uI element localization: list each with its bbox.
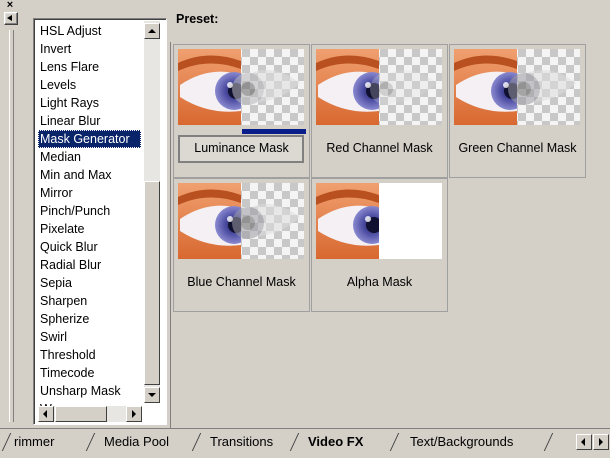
preset-luminance-mask[interactable]: Luminance Mask	[173, 44, 310, 178]
preset-green-channel-mask[interactable]: Green Channel Mask	[449, 44, 586, 178]
list-item[interactable]: Min and Max	[38, 166, 141, 184]
preset-label: Preset:	[176, 12, 219, 26]
preset-thumbnail	[316, 183, 442, 259]
tab-divider	[85, 433, 96, 451]
tab-divider	[191, 433, 202, 451]
preset-label-text: Luminance Mask	[194, 141, 289, 155]
tab-scroll-right-button[interactable]	[593, 434, 609, 450]
preset-thumbnail	[316, 49, 442, 125]
effects-list[interactable]: HSL Adjust Invert Lens Flare Levels Ligh…	[33, 18, 167, 425]
list-item[interactable]: Unsharp Mask	[38, 382, 141, 400]
list-item[interactable]: Linear Blur	[38, 112, 141, 130]
tab-divider	[289, 433, 300, 451]
tab-media-pool[interactable]: Media Pool	[104, 432, 169, 452]
effects-list-items: HSL Adjust Invert Lens Flare Levels Ligh…	[38, 22, 141, 418]
scroll-thumb[interactable]	[55, 406, 107, 422]
list-item[interactable]: Spherize	[38, 310, 141, 328]
list-item[interactable]: Sharpen	[38, 292, 141, 310]
list-item[interactable]: HSL Adjust	[38, 22, 141, 40]
preset-label-text: Blue Channel Mask	[187, 275, 296, 289]
close-icon[interactable]: ×	[5, 0, 15, 11]
list-item[interactable]: Quick Blur	[38, 238, 141, 256]
list-item[interactable]: Sepia	[38, 274, 141, 292]
preset-thumbnail	[178, 183, 304, 259]
preset-label-text: Red Channel Mask	[326, 141, 433, 155]
tab-text-backgrounds[interactable]: Text/Backgrounds	[410, 432, 513, 452]
preset-label-text: Green Channel Mask	[458, 141, 577, 155]
dock-grip[interactable]	[9, 30, 14, 422]
list-item[interactable]: Radial Blur	[38, 256, 141, 274]
dock-pin-button[interactable]	[4, 12, 18, 25]
preset-label-text: Alpha Mask	[346, 275, 413, 289]
selection-bar	[242, 129, 306, 134]
tab-scroll-left-button[interactable]	[576, 434, 592, 450]
preset-red-channel-mask[interactable]: Red Channel Mask	[311, 44, 448, 178]
scroll-down-button[interactable]	[144, 387, 160, 403]
list-item[interactable]: Light Rays	[38, 94, 141, 112]
list-item[interactable]: Swirl	[38, 328, 141, 346]
list-item[interactable]: Mirror	[38, 184, 141, 202]
tab-divider	[1, 433, 12, 451]
tab-divider	[389, 433, 400, 451]
preset-thumbnail	[454, 49, 580, 125]
tab-divider	[543, 433, 554, 451]
list-item[interactable]: Median	[38, 148, 141, 166]
list-item[interactable]: Lens Flare	[38, 58, 141, 76]
list-item[interactable]: Threshold	[38, 346, 141, 364]
tab-bar: rimmer Media Pool Transitions Video FX T…	[0, 428, 610, 458]
list-item[interactable]: Invert	[38, 40, 141, 58]
vertical-scrollbar[interactable]	[144, 21, 160, 403]
tab-trimmer[interactable]: rimmer	[14, 432, 54, 452]
tab-video-fx[interactable]: Video FX	[308, 432, 363, 452]
list-item[interactable]: Timecode	[38, 364, 141, 382]
preset-thumbnail	[178, 49, 304, 125]
horizontal-scrollbar[interactable]	[38, 406, 142, 422]
preset-alpha-mask[interactable]: Alpha Mask	[311, 178, 448, 312]
list-item[interactable]: Pixelate	[38, 220, 141, 238]
list-item[interactable]: Pinch/Punch	[38, 202, 141, 220]
scroll-right-button[interactable]	[126, 406, 142, 422]
scroll-left-button[interactable]	[38, 406, 54, 422]
tab-transitions[interactable]: Transitions	[210, 432, 273, 452]
scroll-up-button[interactable]	[144, 23, 160, 39]
list-item[interactable]: Levels	[38, 76, 141, 94]
list-item-selected[interactable]: Mask Generator	[38, 130, 141, 148]
preset-gallery: Luminance Mask Red Channel Mask Green Ch…	[170, 42, 610, 428]
preset-blue-channel-mask[interactable]: Blue Channel Mask	[173, 178, 310, 312]
scroll-thumb[interactable]	[144, 181, 160, 385]
